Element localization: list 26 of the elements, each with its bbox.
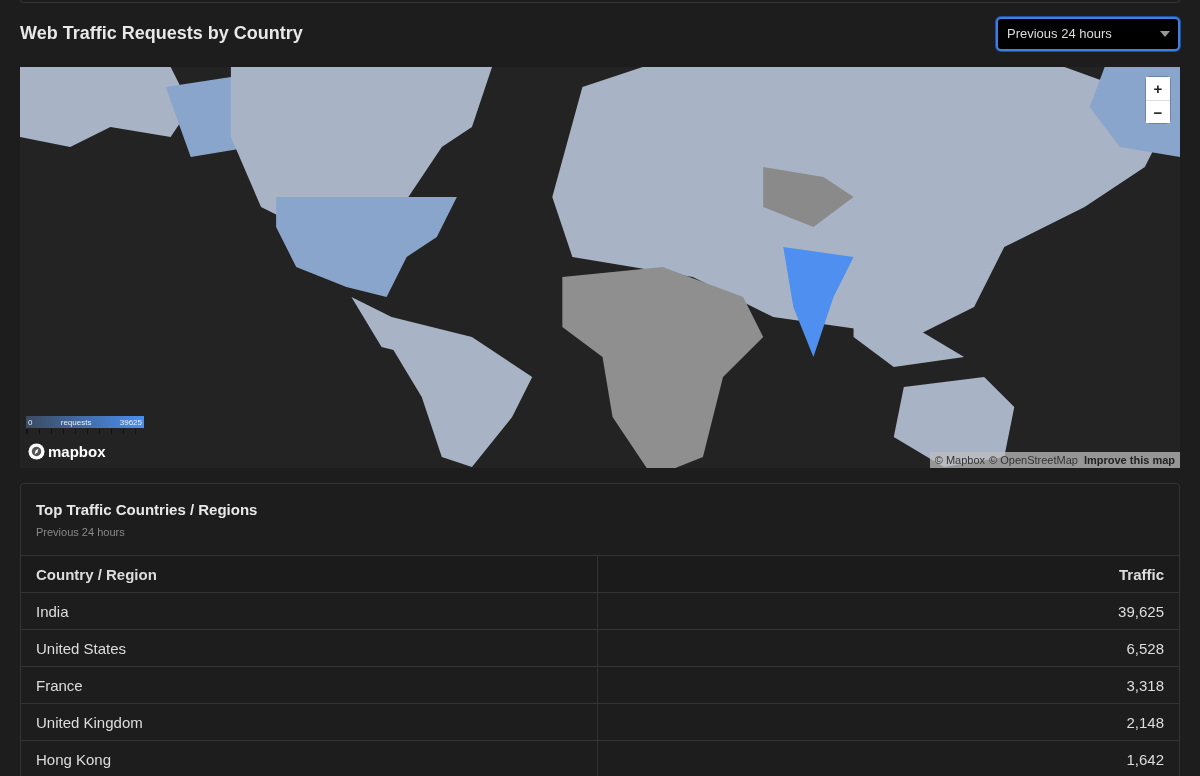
caret-icon — [1160, 30, 1170, 37]
traffic-cell: 6,528 — [597, 629, 1179, 667]
traffic-cell: 1,642 — [597, 740, 1179, 776]
traffic-cell: 3,318 — [597, 666, 1179, 704]
legend-max: 39625 — [119, 417, 142, 427]
attribution-link[interactable]: © Mapbox — [934, 454, 986, 466]
card-subtitle: Previous 24 hours — [36, 526, 126, 538]
attribution-link[interactable]: © OpenStreetMap — [989, 454, 1078, 466]
legend-min: 0 — [28, 417, 33, 427]
improve-map-link[interactable]: Improve this map — [1083, 454, 1175, 466]
zoom-out-button[interactable]: − — [1146, 100, 1170, 123]
country-cell: United States — [21, 629, 598, 667]
country-cell: Hong Kong — [21, 740, 598, 776]
country-cell: France — [21, 666, 598, 704]
country-cell: India — [21, 592, 598, 630]
section-title: Web Traffic Requests by Country — [20, 23, 303, 44]
card-title: Top Traffic Countries / Regions — [36, 501, 259, 518]
column-header: Country / Region — [21, 555, 598, 593]
time-range-dropdown[interactable]: Previous 24 hours — [996, 16, 1180, 51]
traffic-cell: 39,625 — [597, 592, 1179, 630]
logo-icon — [28, 443, 45, 460]
logo-text: mapbox — [48, 443, 106, 460]
column-header: Traffic — [597, 555, 1179, 593]
country-cell: United Kingdom — [21, 703, 598, 741]
legend-label: requests — [60, 417, 92, 427]
traffic-cell: 2,148 — [597, 703, 1179, 741]
